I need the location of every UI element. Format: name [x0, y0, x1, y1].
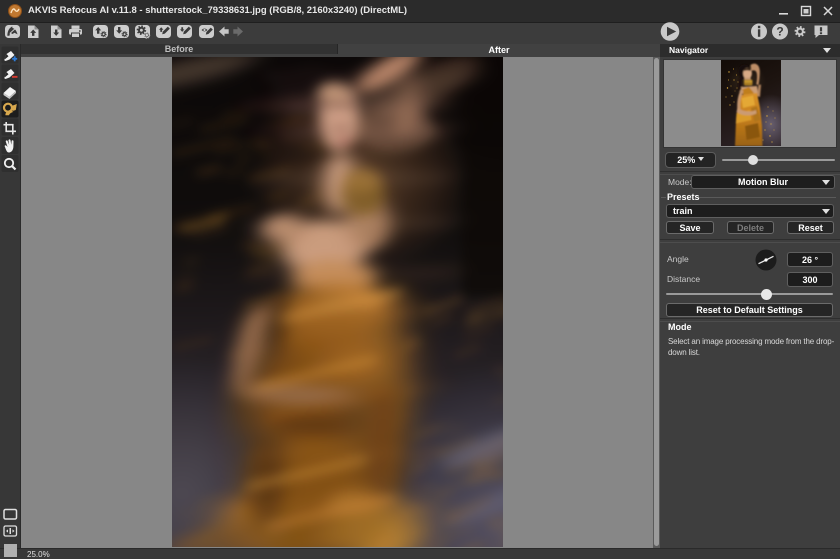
svg-text:?: ? — [776, 25, 783, 39]
